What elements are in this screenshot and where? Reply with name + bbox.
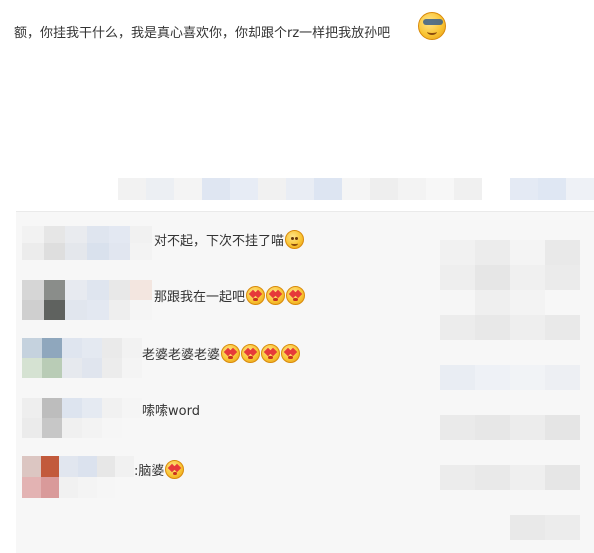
heart-eyes-emoji-icon [246, 286, 266, 305]
redacted-avatar-name [22, 280, 152, 320]
cool-face-emoji-icon [418, 12, 446, 40]
heart-eyes-emoji-icon [241, 344, 261, 363]
heart-eyes-emoji-icon [261, 344, 281, 363]
redacted-avatar-name [22, 456, 134, 498]
redacted-avatar-name [22, 398, 142, 438]
comment-4: 嗦嗦word [142, 402, 200, 422]
comment-4-text: 嗦嗦word [142, 404, 200, 419]
redacted-avatar-name [22, 226, 152, 260]
comment-5-text: :脑婆 [134, 464, 165, 479]
redacted-action-bar [118, 178, 594, 200]
heart-eyes-emoji-icon [281, 344, 301, 363]
heart-eyes-emoji-icon [286, 286, 306, 305]
redacted-avatar-name [22, 338, 142, 378]
comment-3-text: 老婆老婆老婆 [142, 348, 221, 363]
post-text: 额，你挂我干什么，我是真心喜欢你，你却跟个rz一样把我放孙吧 [14, 26, 391, 41]
comment-5: :脑婆 [134, 460, 185, 482]
comment-2: 那跟我在一起吧 [154, 286, 306, 308]
comment-1-text: 对不起，下次不挂了喵 [154, 234, 285, 249]
comment-3: 老婆老婆老婆 [142, 344, 301, 366]
heart-eyes-emoji-icon [221, 344, 241, 363]
heart-eyes-emoji-icon [266, 286, 286, 305]
smile-face-emoji-icon [285, 230, 305, 249]
redacted-right-column [440, 240, 580, 540]
comment-2-text: 那跟我在一起吧 [154, 290, 246, 305]
comment-1: 对不起，下次不挂了喵 [154, 230, 305, 252]
heart-eyes-emoji-icon [165, 460, 185, 479]
